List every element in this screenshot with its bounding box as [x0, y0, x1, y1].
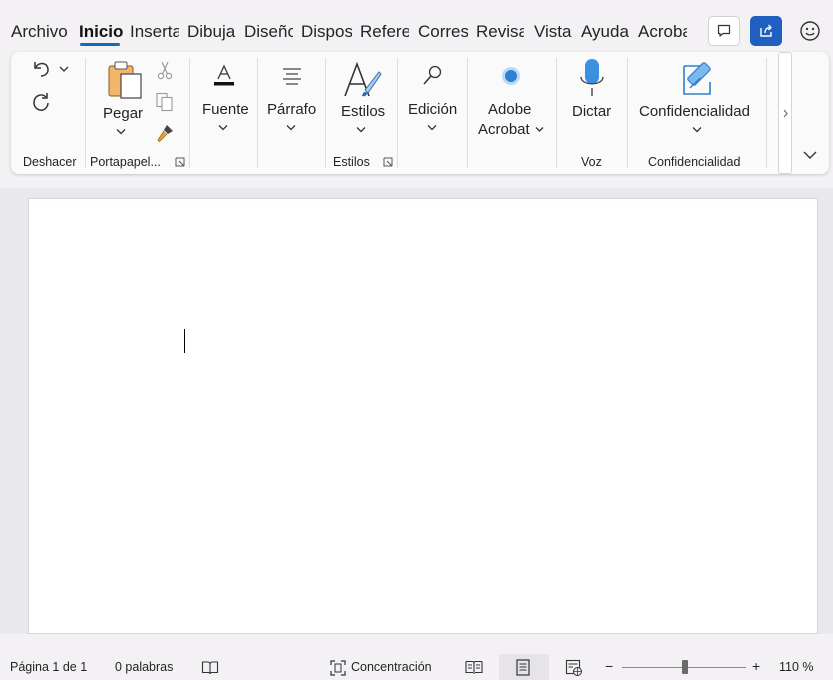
tab-acrobat[interactable]: Acrobat: [638, 22, 687, 44]
search-magnifier-icon[interactable]: [422, 64, 444, 88]
group-separator: [766, 58, 767, 168]
status-bar: Página 1 de 1 0 palabras Concentración −…: [0, 654, 833, 680]
clipboard-dialog-launcher-icon[interactable]: [175, 157, 185, 167]
styles-chevron-icon[interactable]: [356, 126, 366, 133]
print-layout-button[interactable]: [499, 654, 549, 680]
adobe-label-line2[interactable]: Acrobat: [478, 121, 530, 138]
ribbon-tab-bar: Archivo Inicio Inserta Dibuja Diseño Dis…: [0, 0, 833, 50]
tab-ayuda[interactable]: Ayuda: [581, 22, 631, 44]
tab-correspondencia[interactable]: Corres: [418, 22, 468, 44]
styles-icon[interactable]: [341, 60, 383, 102]
tab-vista[interactable]: Vista: [534, 22, 574, 44]
ribbon-collapse-chevron-icon[interactable]: [803, 150, 817, 160]
copy-icon[interactable]: [155, 92, 175, 112]
paste-label[interactable]: Pegar: [103, 105, 143, 122]
group-separator: [85, 58, 86, 168]
group-separator: [627, 58, 628, 168]
share-icon: [760, 24, 772, 37]
group-separator: [189, 58, 190, 168]
focus-mode-label[interactable]: Concentración: [351, 660, 432, 674]
font-label[interactable]: Fuente: [202, 101, 249, 118]
voice-group-label: Voz: [581, 155, 602, 169]
cut-scissors-icon[interactable]: [156, 60, 174, 80]
sensitivity-group-label: Confidencialidad: [648, 155, 741, 169]
dictate-microphone-icon[interactable]: [578, 58, 606, 100]
web-layout-icon[interactable]: [565, 659, 583, 677]
ribbon-panel: Deshacer Pegar Portapapel... Fuente Párr…: [11, 52, 829, 174]
tab-revisar[interactable]: Revisa: [476, 22, 524, 44]
ribbon-scroll-right-button[interactable]: [778, 52, 792, 174]
undo-icon[interactable]: [31, 58, 53, 80]
editing-chevron-icon[interactable]: [427, 124, 437, 131]
paragraph-align-icon[interactable]: [281, 66, 303, 86]
zoom-in-button[interactable]: +: [752, 658, 760, 674]
tab-dibujar[interactable]: Dibuja: [187, 22, 237, 44]
styles-group-label: Estilos: [333, 155, 370, 169]
page-count[interactable]: Página 1 de 1: [10, 660, 87, 674]
zoom-slider-thumb[interactable]: [682, 660, 688, 674]
undo-group-label: Deshacer: [23, 155, 77, 169]
comment-icon: [717, 24, 731, 37]
dictate-label[interactable]: Dictar: [572, 103, 611, 120]
font-color-a-icon[interactable]: [213, 64, 235, 88]
clipboard-group-label: Portapapel...: [90, 155, 161, 169]
tab-archivo[interactable]: Archivo: [11, 22, 71, 44]
paragraph-label[interactable]: Párrafo: [267, 101, 316, 118]
active-tab-indicator: [80, 43, 120, 46]
group-separator: [556, 58, 557, 168]
comments-button[interactable]: [708, 16, 740, 46]
sensitivity-label-icon[interactable]: [680, 58, 720, 100]
paste-clipboard-icon[interactable]: [107, 60, 145, 102]
share-button[interactable]: [750, 16, 782, 46]
group-separator: [467, 58, 468, 168]
group-separator: [325, 58, 326, 168]
undo-dropdown-chevron-icon[interactable]: [59, 65, 69, 73]
feedback-smiley-button[interactable]: [794, 16, 826, 46]
zoom-out-button[interactable]: −: [605, 658, 613, 674]
paragraph-chevron-icon[interactable]: [286, 124, 296, 131]
redo-icon[interactable]: [30, 90, 52, 114]
paste-chevron-icon[interactable]: [116, 128, 126, 135]
tab-diseno[interactable]: Diseño: [244, 22, 293, 44]
format-painter-icon[interactable]: [154, 122, 176, 144]
chevron-right-icon: [783, 109, 788, 118]
document-page[interactable]: [28, 198, 818, 634]
sensitivity-label[interactable]: Confidencialidad: [639, 103, 750, 120]
styles-label[interactable]: Estilos: [341, 103, 385, 120]
zoom-level[interactable]: 110 %: [779, 660, 814, 674]
font-chevron-icon[interactable]: [218, 124, 228, 131]
document-canvas: [0, 188, 833, 634]
styles-dialog-launcher-icon[interactable]: [383, 157, 393, 167]
smiley-icon: [800, 21, 820, 41]
focus-mode-icon[interactable]: [329, 659, 347, 677]
read-mode-icon[interactable]: [465, 660, 483, 675]
tab-insertar[interactable]: Inserta: [130, 22, 179, 44]
group-separator: [397, 58, 398, 168]
adobe-acrobat-icon[interactable]: [499, 64, 523, 88]
text-cursor: [184, 329, 185, 353]
print-layout-icon: [516, 659, 530, 676]
editing-label[interactable]: Edición: [408, 101, 457, 118]
tab-inicio[interactable]: Inicio: [79, 22, 123, 44]
proofing-book-icon[interactable]: [201, 660, 219, 676]
sensitivity-chevron-icon[interactable]: [692, 126, 702, 133]
tab-referencias[interactable]: Refere: [360, 22, 409, 44]
word-count[interactable]: 0 palabras: [115, 660, 173, 674]
group-separator: [257, 58, 258, 168]
adobe-chevron-icon[interactable]: [535, 126, 544, 133]
adobe-label-line1[interactable]: Adobe: [488, 101, 531, 118]
tab-disposicion[interactable]: Dispos: [301, 22, 352, 44]
